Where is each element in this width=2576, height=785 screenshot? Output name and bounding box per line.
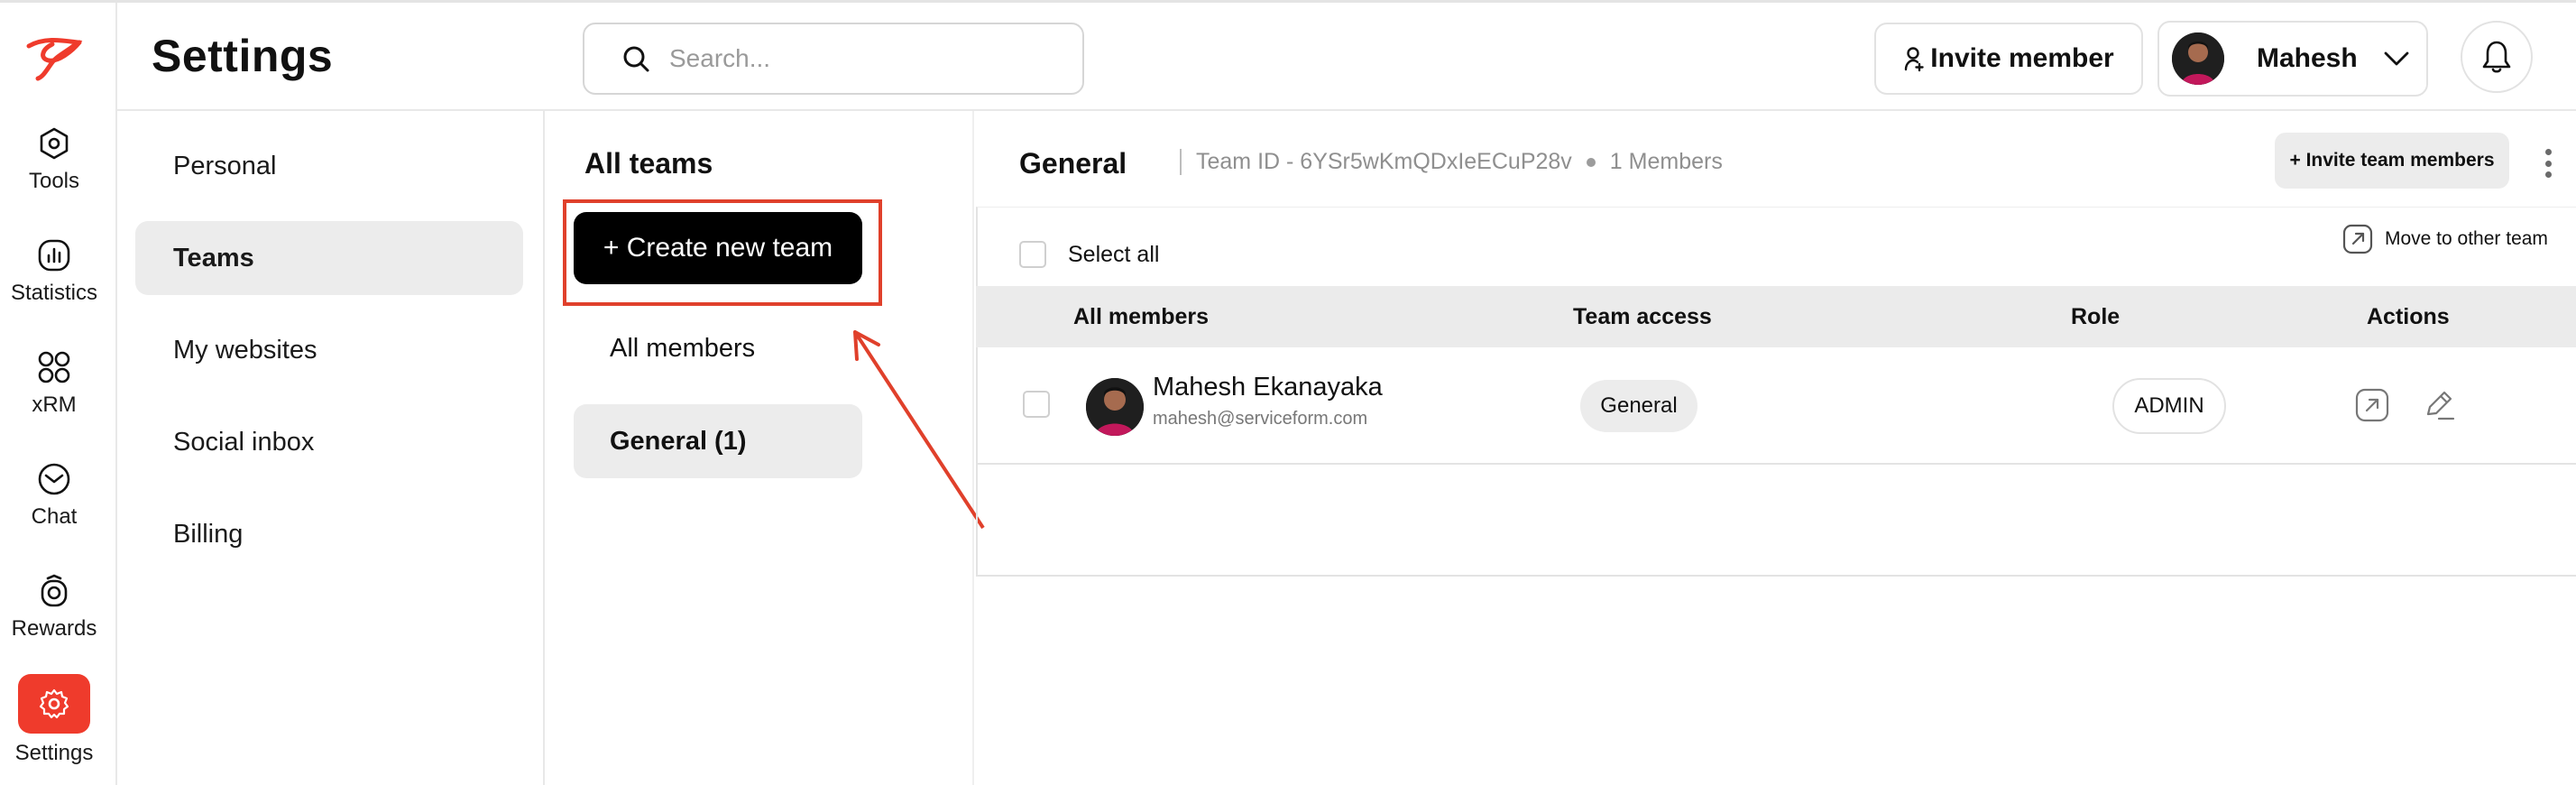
subnav-item-billing[interactable]: Billing — [135, 497, 523, 571]
invite-member-label: Invite member — [1930, 43, 2114, 73]
team-access-badge: General — [1580, 380, 1697, 432]
team-item-all-members[interactable]: All members — [574, 311, 862, 385]
column-header-role: Role — [2071, 304, 2121, 329]
search-box[interactable] — [583, 23, 1084, 95]
rail-item-statistics[interactable]: Statistics — [0, 237, 108, 306]
invite-member-button[interactable]: Invite member — [1874, 23, 2143, 95]
edit-icon[interactable] — [2421, 387, 2457, 423]
avatar — [2172, 32, 2224, 85]
role-badge: ADMIN — [2112, 378, 2226, 434]
select-all-label: Select all — [1068, 241, 1160, 267]
avatar-image — [1086, 378, 1144, 436]
subnav-item-social-inbox[interactable]: Social inbox — [135, 405, 523, 479]
move-icon — [2342, 224, 2373, 254]
gear-icon — [39, 688, 69, 719]
rail-item-chat[interactable]: Chat — [0, 461, 108, 530]
chart-icon — [38, 239, 70, 272]
rail-item-tools[interactable]: Tools — [0, 125, 108, 194]
team-name: General — [1019, 147, 1127, 180]
avatar — [1086, 378, 1144, 436]
user-add-icon — [1905, 47, 1924, 72]
table-row: Mahesh Ekanayaka mahesh@serviceform.com … — [976, 347, 2576, 465]
rewards-icon — [41, 574, 68, 607]
column-header-actions: Actions — [2367, 304, 2450, 329]
rail-item-label: Statistics — [10, 281, 98, 305]
page-title: Settings — [152, 31, 334, 81]
user-name: Mahesh — [2257, 43, 2358, 73]
move-member-icon[interactable] — [2354, 387, 2390, 423]
brand-logo[interactable] — [25, 35, 85, 82]
chevron-down-icon — [2384, 51, 2409, 66]
grid-icon — [38, 351, 70, 383]
member-email: mahesh@serviceform.com — [1153, 409, 1368, 429]
rail-item-rewards[interactable]: Rewards — [0, 573, 108, 642]
teams-title: All teams — [584, 147, 713, 180]
settings-active-indicator — [18, 674, 90, 734]
table-header: All members Team access Role Actions — [976, 286, 2576, 347]
app-rail: Tools Statistics xRM Chat Rewards Settin… — [0, 3, 117, 785]
rail-item-label: Chat — [31, 504, 78, 529]
bell-icon — [2482, 41, 2511, 73]
search-icon — [623, 46, 649, 72]
team-meta: Team ID - 6YSr5wKmQDxIeECuP28v 1 Members — [1180, 149, 1723, 175]
hexagon-icon — [40, 127, 69, 160]
team-id: Team ID - 6YSr5wKmQDxIeECuP28v — [1196, 149, 1572, 174]
row-checkbox[interactable] — [1023, 391, 1050, 418]
rail-item-label: Settings — [14, 741, 94, 765]
rail-item-xrm[interactable]: xRM — [0, 349, 108, 418]
rail-item-label: Rewards — [11, 616, 97, 641]
member-count: 1 Members — [1609, 149, 1723, 174]
notifications-button[interactable] — [2461, 21, 2533, 93]
subnav-item-teams[interactable]: Teams — [135, 221, 523, 295]
annotation-arrow — [853, 330, 985, 530]
invite-team-members-button[interactable]: + Invite team members — [2275, 133, 2509, 189]
move-to-other-team-button[interactable]: Move to other team — [2341, 223, 2548, 255]
rail-item-label: xRM — [32, 392, 77, 417]
create-new-team-button[interactable]: + Create new team — [574, 212, 862, 284]
avatar-image — [2172, 32, 2224, 85]
column-header-members: All members — [1073, 304, 1210, 329]
rail-item-settings[interactable]: Settings — [0, 674, 108, 766]
subnav-item-personal[interactable]: Personal — [135, 129, 523, 203]
chat-icon — [38, 463, 70, 495]
move-label: Move to other team — [2385, 228, 2548, 249]
column-header-team-access: Team access — [1573, 304, 1712, 329]
user-menu[interactable]: Mahesh — [2157, 21, 2428, 97]
subnav-item-my-websites[interactable]: My websites — [135, 313, 523, 387]
more-options-icon[interactable] — [2535, 145, 2562, 181]
select-all-row: Select all — [1019, 241, 1159, 268]
search-input[interactable] — [669, 44, 1066, 73]
top-header: Settings Invite member Mahesh — [117, 3, 2576, 111]
rail-item-label: Tools — [28, 169, 80, 193]
member-name: Mahesh Ekanayaka — [1153, 373, 1383, 402]
team-detail-panel: General Team ID - 6YSr5wKmQDxIeECuP28v 1… — [974, 111, 2576, 785]
settings-subnav: Personal Teams My websites Social inbox … — [117, 111, 545, 785]
team-item-general[interactable]: General (1) — [574, 404, 862, 478]
separator-dot — [1586, 157, 1596, 167]
select-all-checkbox[interactable] — [1019, 241, 1046, 268]
